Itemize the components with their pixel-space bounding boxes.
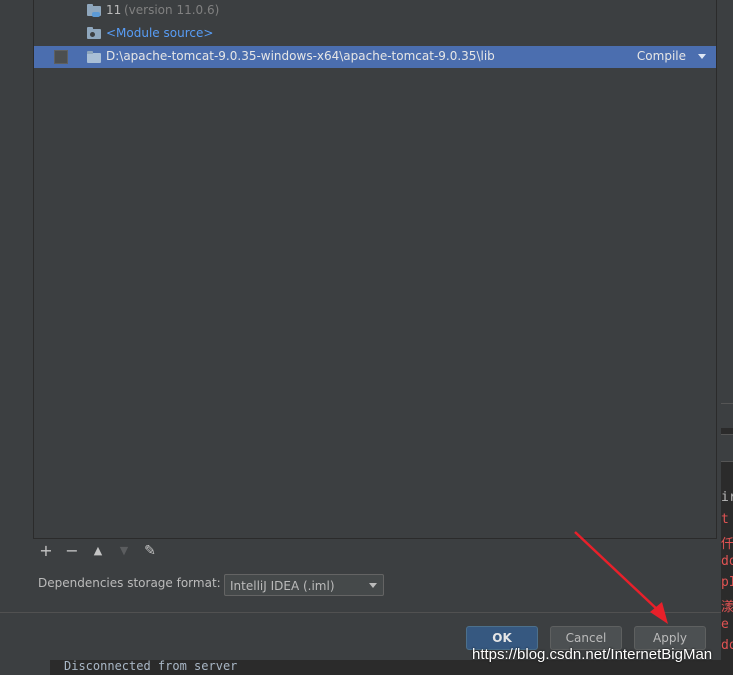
chevron-down-icon[interactable]	[698, 54, 706, 59]
dependencies-table[interactable]: 11 (version 11.0.6) <Module source> D:\a…	[33, 0, 717, 539]
library-folder-icon	[87, 51, 101, 63]
tool-tab-edge	[721, 403, 733, 428]
console-text-fragment: 仟	[721, 537, 733, 552]
left-gutter	[0, 0, 26, 612]
watermark-text: https://blog.csdn.net/InternetBigMan	[472, 646, 713, 663]
console-text-fragment: t	[721, 512, 729, 527]
tool-window-edge: ir t 仟 do pI 漾 e do	[721, 0, 733, 675]
chevron-down-icon	[369, 583, 377, 588]
dependency-row-tomcat-lib[interactable]: D:\apache-tomcat-9.0.35-windows-x64\apac…	[34, 46, 716, 68]
add-icon[interactable]: +	[36, 541, 56, 561]
console-text-fragment: ir	[721, 490, 733, 505]
console-text-fragment: e	[721, 617, 729, 632]
move-up-icon[interactable]: ▲	[88, 541, 108, 561]
library-path: D:\apache-tomcat-9.0.35-windows-x64\apac…	[106, 49, 495, 63]
remove-icon[interactable]: −	[62, 541, 82, 561]
jdk-name: 11	[106, 3, 122, 17]
console-output: Disconnected from server	[64, 659, 238, 673]
console-text-fragment: do	[721, 554, 733, 569]
storage-format-label: Dependencies storage format:	[38, 576, 221, 590]
console-text-fragment: 漾	[721, 600, 733, 615]
jdk-folder-icon	[87, 4, 101, 17]
move-down-icon[interactable]: ▼	[114, 541, 134, 561]
console-text-fragment: pI	[721, 575, 733, 590]
storage-format-value: IntelliJ IDEA (.iml)	[230, 579, 335, 593]
storage-format-select[interactable]: IntelliJ IDEA (.iml)	[224, 574, 384, 596]
dependency-row-jdk[interactable]: 11 (version 11.0.6)	[34, 0, 716, 22]
module-source-icon	[87, 27, 101, 39]
dependency-row-module-source[interactable]: <Module source>	[34, 23, 716, 45]
console-gutter	[0, 660, 50, 675]
export-checkbox[interactable]	[54, 50, 68, 64]
dependencies-toolbar: + − ▲ ▼ ✎	[33, 539, 715, 563]
jdk-version: (version 11.0.6)	[124, 3, 220, 17]
console-text-fragment: do	[721, 638, 733, 653]
tool-tab-edge-2	[721, 434, 733, 462]
module-source-label: <Module source>	[106, 26, 214, 40]
scope-dropdown-value[interactable]: Compile	[637, 49, 686, 63]
edit-icon[interactable]: ✎	[140, 541, 160, 561]
